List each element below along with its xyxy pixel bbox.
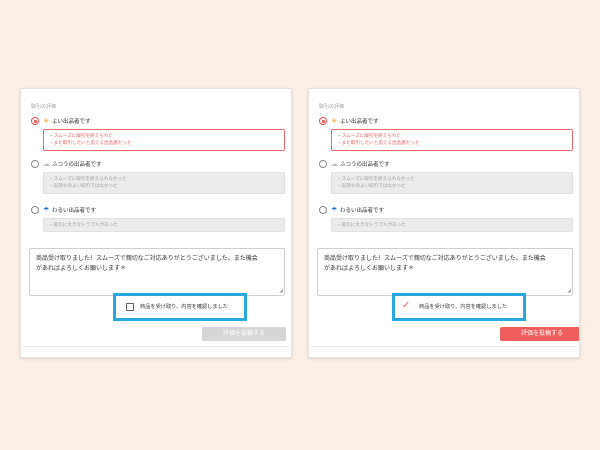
- rating-description-normal: ・スムーズに取引を終えられなかった ・気持ちのよい取引ではなかった: [43, 172, 285, 194]
- description-line: ・スムーズに取引を終えられた: [337, 134, 402, 139]
- divider: [309, 346, 579, 347]
- divider: [21, 346, 291, 347]
- rating-label-good: よい出品者です: [52, 119, 91, 125]
- review-panel-after: 取引の評価 ☀ よい出品者です ・スムーズに取引を終えられた ・また取引したいと…: [308, 88, 580, 358]
- comment-line: があればよろしくお願いします＊: [36, 265, 127, 272]
- rating-description-good: ・スムーズに取引を終えられた ・また取引したいと思える出品者だった: [331, 129, 573, 151]
- checkmark-icon[interactable]: ✓: [402, 300, 410, 312]
- radio-bad[interactable]: [31, 206, 39, 214]
- section-title: 取引の評価: [319, 104, 345, 110]
- description-line: ・気持ちのよい取引ではなかった: [49, 184, 118, 189]
- confirm-checkbox-highlight[interactable]: ✓ 商品を受け取り、内容を確認しました: [392, 293, 526, 321]
- comment-line: があればよろしくお願いします＊: [324, 265, 415, 272]
- section-title: 取引の評価: [31, 104, 57, 110]
- rating-label-normal: ふつうの出品者です: [340, 162, 390, 168]
- sun-icon: ☀: [331, 117, 338, 125]
- rating-label-bad: わるい出品者です: [340, 208, 385, 214]
- submit-review-button[interactable]: 評価を投稿する: [500, 327, 579, 341]
- rating-option-bad[interactable]: ☂ わるい出品者です ・取引に大きなトラブルがあった: [317, 204, 573, 232]
- submit-review-button[interactable]: 評価を投稿する: [202, 327, 286, 341]
- resize-handle-icon[interactable]: ◢: [567, 289, 571, 294]
- comment-textarea[interactable]: 商品受け取りました！スムーズで親切なご対応ありがとうございました。また機会 があ…: [29, 248, 285, 296]
- radio-good[interactable]: [31, 117, 39, 125]
- description-line: ・また取引したいと思える出品者だった: [337, 141, 420, 146]
- confirm-checkbox-highlight[interactable]: 商品を受け取り、内容を確認しました: [113, 293, 247, 321]
- rating-description-good: ・スムーズに取引を終えられた ・また取引したいと思える出品者だった: [43, 129, 285, 151]
- umbrella-icon: ☂: [331, 206, 338, 214]
- sun-icon: ☀: [43, 117, 50, 125]
- rating-option-normal[interactable]: ☁ ふつうの出品者です ・スムーズに取引を終えられなかった ・気持ちのよい取引で…: [317, 158, 573, 194]
- umbrella-icon: ☂: [43, 206, 50, 214]
- rating-label-good: よい出品者です: [340, 119, 379, 125]
- cloud-icon: ☁: [331, 160, 338, 168]
- resize-handle-icon[interactable]: ◢: [279, 289, 283, 294]
- rating-label-bad: わるい出品者です: [52, 208, 97, 214]
- radio-good[interactable]: [319, 117, 327, 125]
- radio-normal[interactable]: [31, 160, 39, 168]
- comment-line: 商品受け取りました！スムーズで親切なご対応ありがとうございました。また機会: [36, 255, 258, 262]
- rating-description-bad: ・取引に大きなトラブルがあった: [331, 218, 573, 232]
- rating-option-normal[interactable]: ☁ ふつうの出品者です ・スムーズに取引を終えられなかった ・気持ちのよい取引で…: [29, 158, 285, 194]
- description-line: ・取引に大きなトラブルがあった: [49, 223, 118, 228]
- confirm-checkbox-label: 商品を受け取り、内容を確認しました: [419, 304, 507, 310]
- radio-normal[interactable]: [319, 160, 327, 168]
- rating-description-normal: ・スムーズに取引を終えられなかった ・気持ちのよい取引ではなかった: [331, 172, 573, 194]
- confirm-checkbox-label: 商品を受け取り、内容を確認しました: [140, 304, 228, 310]
- description-line: ・また取引したいと思える出品者だった: [49, 141, 132, 146]
- comment-textarea[interactable]: 商品受け取りました！スムーズで親切なご対応ありがとうございました。また機会 があ…: [317, 248, 573, 296]
- rating-description-bad: ・取引に大きなトラブルがあった: [43, 218, 285, 232]
- rating-option-good[interactable]: ☀ よい出品者です ・スムーズに取引を終えられた ・また取引したいと思える出品者…: [29, 115, 285, 151]
- rating-option-good[interactable]: ☀ よい出品者です ・スムーズに取引を終えられた ・また取引したいと思える出品者…: [317, 115, 573, 151]
- rating-label-normal: ふつうの出品者です: [52, 162, 102, 168]
- comment-line: 商品受け取りました！スムーズで親切なご対応ありがとうございました。また機会: [324, 255, 546, 262]
- description-line: ・気持ちのよい取引ではなかった: [337, 184, 406, 189]
- radio-bad[interactable]: [319, 206, 327, 214]
- rating-option-bad[interactable]: ☂ わるい出品者です ・取引に大きなトラブルがあった: [29, 204, 285, 232]
- description-line: ・取引に大きなトラブルがあった: [337, 223, 406, 228]
- review-panel-before: 取引の評価 ☀ よい出品者です ・スムーズに取引を終えられた ・また取引したいと…: [20, 88, 292, 358]
- description-line: ・スムーズに取引を終えられた: [49, 134, 114, 139]
- cloud-icon: ☁: [43, 160, 50, 168]
- description-line: ・スムーズに取引を終えられなかった: [337, 177, 415, 182]
- confirm-checkbox[interactable]: [126, 303, 134, 311]
- description-line: ・スムーズに取引を終えられなかった: [49, 177, 127, 182]
